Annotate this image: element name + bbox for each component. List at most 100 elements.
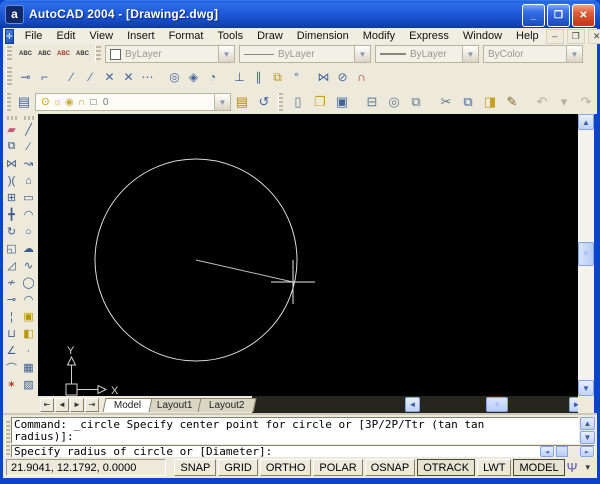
array-icon[interactable]: ⊞: [4, 189, 20, 206]
tab-last-icon[interactable]: ⇥: [85, 397, 99, 412]
menu-item[interactable]: Help: [509, 29, 546, 43]
break-icon[interactable]: ⊔: [4, 325, 20, 342]
layer-previous-icon[interactable]: ↺: [252, 91, 275, 113]
point-icon[interactable]: ·: [21, 342, 37, 359]
mdi-restore-icon[interactable]: ❐: [566, 28, 585, 44]
menu-item[interactable]: Express: [402, 29, 456, 43]
polygon-icon[interactable]: ⌂: [21, 172, 37, 189]
snap-center-icon[interactable]: ◎: [165, 66, 184, 88]
menu-item[interactable]: Modify: [356, 29, 402, 43]
construction-line-icon[interactable]: ∕: [21, 138, 37, 155]
explode-icon[interactable]: ✶: [4, 376, 20, 393]
snap-parallel-icon[interactable]: ∥: [249, 66, 268, 88]
plot-icon[interactable]: ⊟: [361, 91, 383, 113]
fillet-icon[interactable]: ⌒: [4, 359, 20, 376]
minimize-button[interactable]: _: [522, 4, 545, 27]
multiline-text-icon[interactable]: ABC: [35, 45, 54, 63]
scroll-down-icon[interactable]: ▼: [578, 380, 594, 396]
revcloud-icon[interactable]: ☁: [21, 240, 37, 257]
snap-insert-icon[interactable]: ⧉: [268, 66, 287, 88]
mdi-minimize-icon[interactable]: –: [545, 28, 564, 44]
menu-item[interactable]: Format: [162, 29, 211, 43]
scroll-up-icon[interactable]: ▲: [580, 417, 595, 430]
cut-icon[interactable]: ✂: [435, 91, 457, 113]
menu-item[interactable]: File: [18, 29, 50, 43]
single-line-text-icon[interactable]: ABC: [16, 45, 35, 63]
chamfer-icon[interactable]: ∠: [4, 342, 20, 359]
region-icon[interactable]: ▧: [21, 376, 37, 393]
trim-icon[interactable]: ≁: [4, 274, 20, 291]
tab-next-icon[interactable]: ►: [70, 397, 84, 412]
snap-none-icon[interactable]: ⊘: [333, 66, 352, 88]
snap-endpoint-icon[interactable]: ∕: [62, 66, 81, 88]
stretch-icon[interactable]: ◿: [4, 257, 20, 274]
snap-tangent-icon[interactable]: ◔: [203, 66, 222, 88]
scroll-left-icon[interactable]: ◄: [540, 446, 554, 457]
copy-object-icon[interactable]: ⧉: [4, 138, 20, 155]
command-window-grip[interactable]: [5, 421, 10, 455]
hatch-icon[interactable]: ▦: [21, 359, 37, 376]
toolbar-grip[interactable]: [6, 46, 12, 62]
chevron-down-icon[interactable]: ▼: [462, 46, 478, 62]
close-button[interactable]: ✕: [572, 4, 595, 27]
status-toggle[interactable]: LWT: [477, 459, 512, 476]
status-toggle[interactable]: MODEL: [513, 459, 565, 476]
publish-icon[interactable]: ⧉: [405, 91, 427, 113]
ellipse-icon[interactable]: ◯: [21, 274, 37, 291]
text-style-icon[interactable]: ABC: [73, 45, 92, 63]
insert-block-icon[interactable]: ▣: [21, 308, 37, 325]
layout-tab[interactable]: Layout2: [197, 397, 256, 412]
offset-icon[interactable]: )(: [4, 172, 20, 189]
match-properties-icon[interactable]: ✎: [501, 91, 523, 113]
horizontal-scroll-thumb[interactable]: ≡: [486, 397, 508, 412]
snap-extension-icon[interactable]: ⋯: [138, 66, 157, 88]
menu-item[interactable]: Insert: [120, 29, 162, 43]
coordinate-readout[interactable]: 21.9041, 12.1792, 0.0000: [6, 459, 167, 476]
edit-text-icon[interactable]: ABC: [54, 45, 73, 63]
spline-icon[interactable]: ∿: [21, 257, 37, 274]
scale-icon[interactable]: ◱: [4, 240, 20, 257]
arc-icon[interactable]: ◠: [21, 206, 37, 223]
polyline-icon[interactable]: ↝: [21, 155, 37, 172]
mirror-icon[interactable]: ⋈: [4, 155, 20, 172]
snap-perpendicular-icon[interactable]: ⊥: [230, 66, 249, 88]
layout-tab[interactable]: Model: [102, 397, 153, 412]
rectangle-icon[interactable]: ▭: [21, 189, 37, 206]
scroll-right-icon[interactable]: ►: [580, 446, 594, 457]
toolbar-grip[interactable]: [6, 92, 12, 112]
toolbar-grip[interactable]: [23, 116, 34, 120]
snap-quadrant-icon[interactable]: ◈: [184, 66, 203, 88]
temporary-track-point-icon[interactable]: ⊸: [16, 66, 35, 88]
snap-intersection-icon[interactable]: ✕: [100, 66, 119, 88]
snap-midpoint-icon[interactable]: ∕: [81, 66, 100, 88]
command-history[interactable]: Command: _circle Specify center point fo…: [11, 417, 579, 444]
lineweight-control[interactable]: ByLayer ▼: [375, 45, 479, 63]
scroll-up-icon[interactable]: ▲: [578, 114, 594, 130]
menu-item[interactable]: Window: [456, 29, 509, 43]
extend-icon[interactable]: ⊸: [4, 291, 20, 308]
linetype-control[interactable]: ByLayer ▼: [239, 45, 371, 63]
toolbar-grip[interactable]: [277, 92, 283, 112]
toolbar-grip[interactable]: [6, 116, 17, 120]
tab-first-icon[interactable]: ⇤: [40, 397, 54, 412]
open-icon[interactable]: ❐: [309, 91, 331, 113]
drawing-area[interactable]: Y X: [38, 114, 578, 397]
save-icon[interactable]: ▣: [331, 91, 353, 113]
toolbar-grip[interactable]: [95, 46, 101, 62]
scroll-down-icon[interactable]: ▼: [580, 431, 595, 444]
plotstyle-control[interactable]: ByColor ▼: [483, 45, 583, 63]
layout-tab[interactable]: Layout1: [145, 397, 205, 412]
undo-dropdown-icon[interactable]: ▾: [553, 91, 575, 113]
toolbar-grip[interactable]: [6, 66, 12, 88]
paste-icon[interactable]: ◨: [479, 91, 501, 113]
menu-item[interactable]: Dimension: [290, 29, 356, 43]
tab-prev-icon[interactable]: ◄: [55, 397, 69, 412]
undo-icon[interactable]: ↶: [531, 91, 553, 113]
menu-item[interactable]: View: [82, 29, 120, 43]
make-block-icon[interactable]: ◧: [21, 325, 37, 342]
rotate-icon[interactable]: ↻: [4, 223, 20, 240]
break-at-point-icon[interactable]: ¦: [4, 308, 20, 325]
chevron-down-icon[interactable]: ▼: [213, 94, 230, 110]
menu-item[interactable]: Tools: [210, 29, 250, 43]
maximize-button[interactable]: ❐: [547, 4, 570, 27]
